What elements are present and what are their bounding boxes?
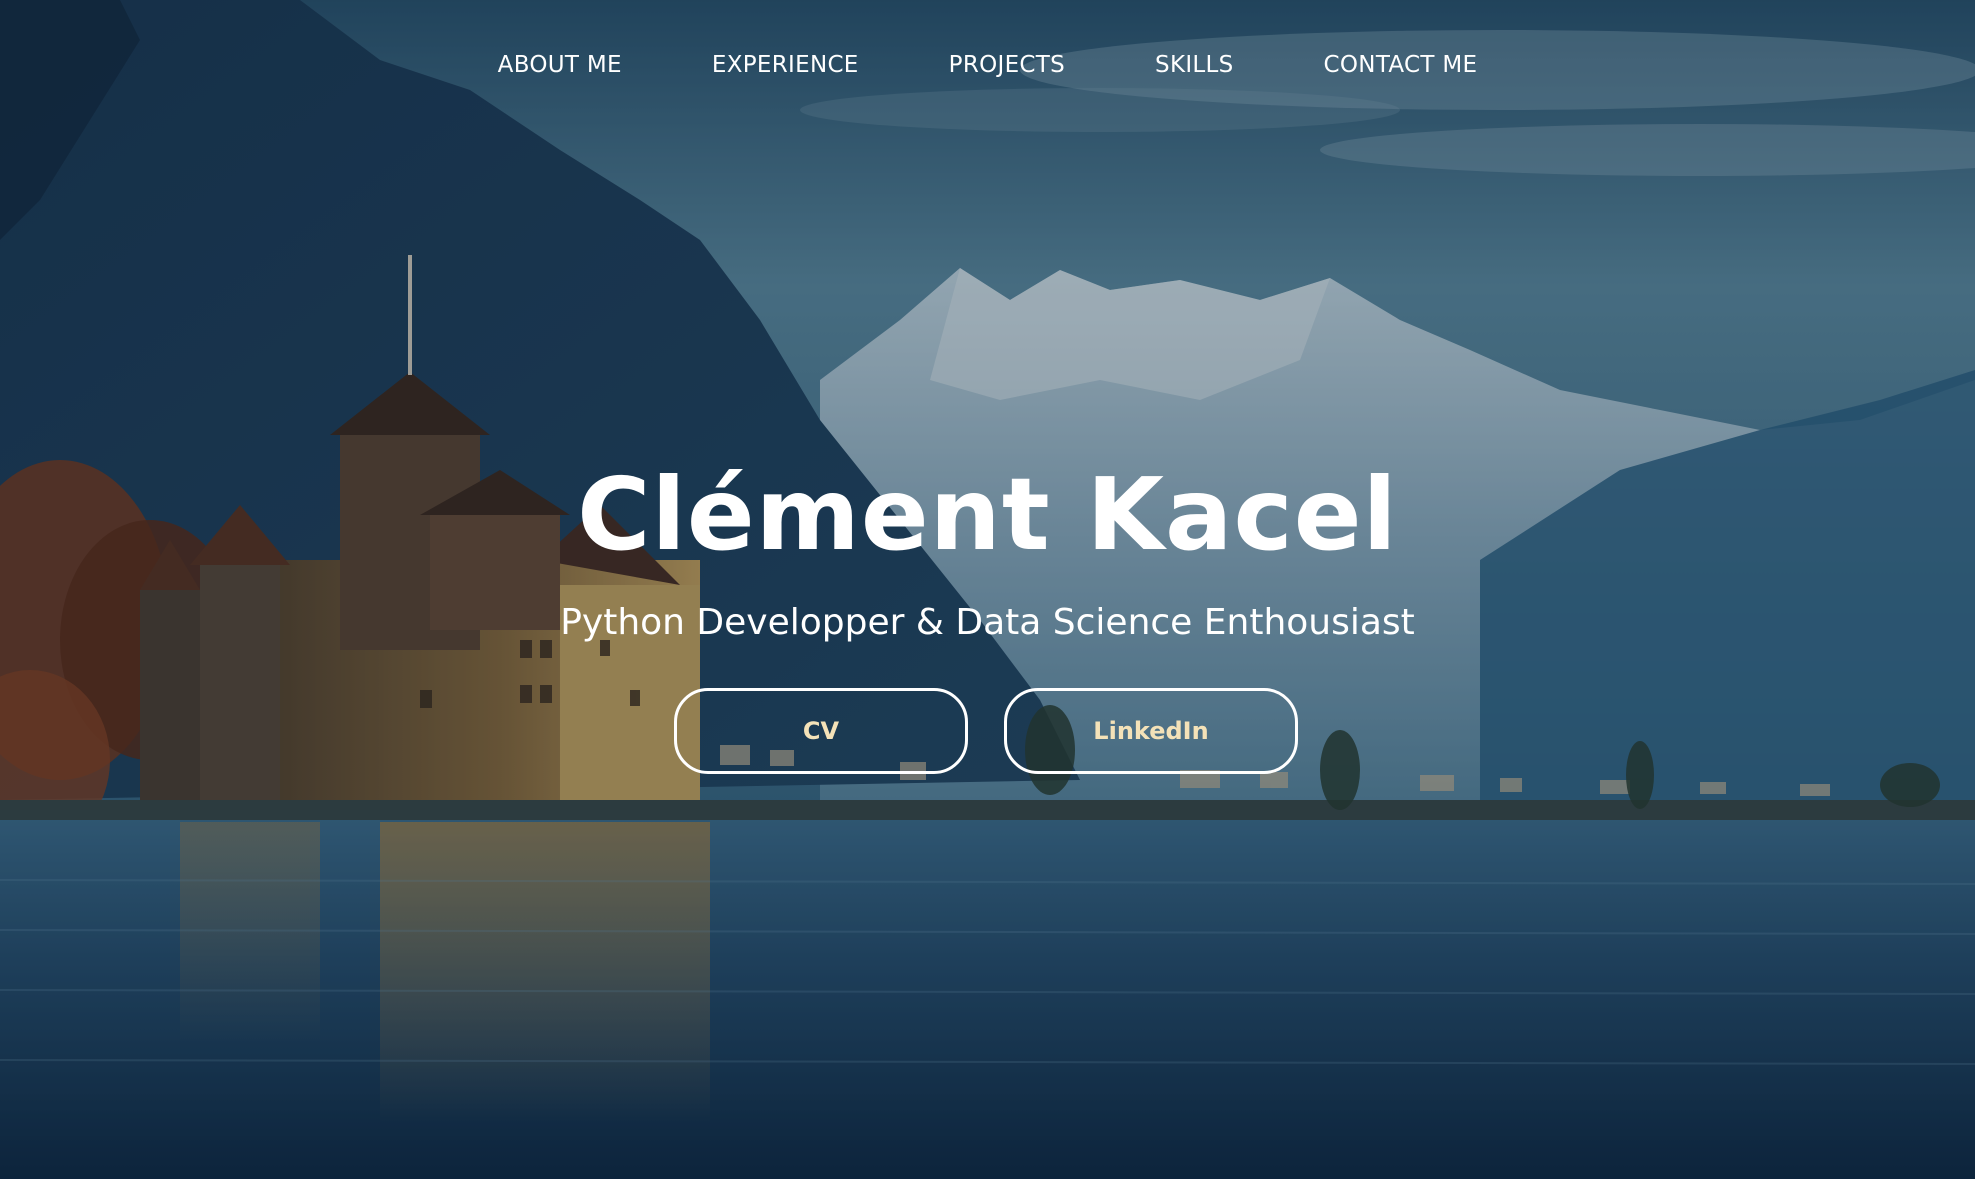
linkedin-button[interactable]: LinkedIn <box>1004 688 1298 774</box>
nav-link-about-me[interactable]: ABOUT ME <box>498 44 622 86</box>
top-navigation: ABOUT ME EXPERIENCE PROJECTS SKILLS CONT… <box>0 44 1975 86</box>
cv-button[interactable]: CV <box>674 688 968 774</box>
nav-link-skills[interactable]: SKILLS <box>1155 44 1234 86</box>
nav-link-projects[interactable]: PROJECTS <box>949 44 1065 86</box>
hero-subtitle: Python Developper & Data Science Enthous… <box>560 602 1415 643</box>
dark-overlay <box>0 0 1975 1179</box>
nav-link-contact-me[interactable]: CONTACT ME <box>1324 44 1478 86</box>
nav-link-experience[interactable]: EXPERIENCE <box>712 44 859 86</box>
hero-name-title: Clément Kacel <box>577 456 1398 573</box>
hero-section: ABOUT ME EXPERIENCE PROJECTS SKILLS CONT… <box>0 0 1975 1179</box>
